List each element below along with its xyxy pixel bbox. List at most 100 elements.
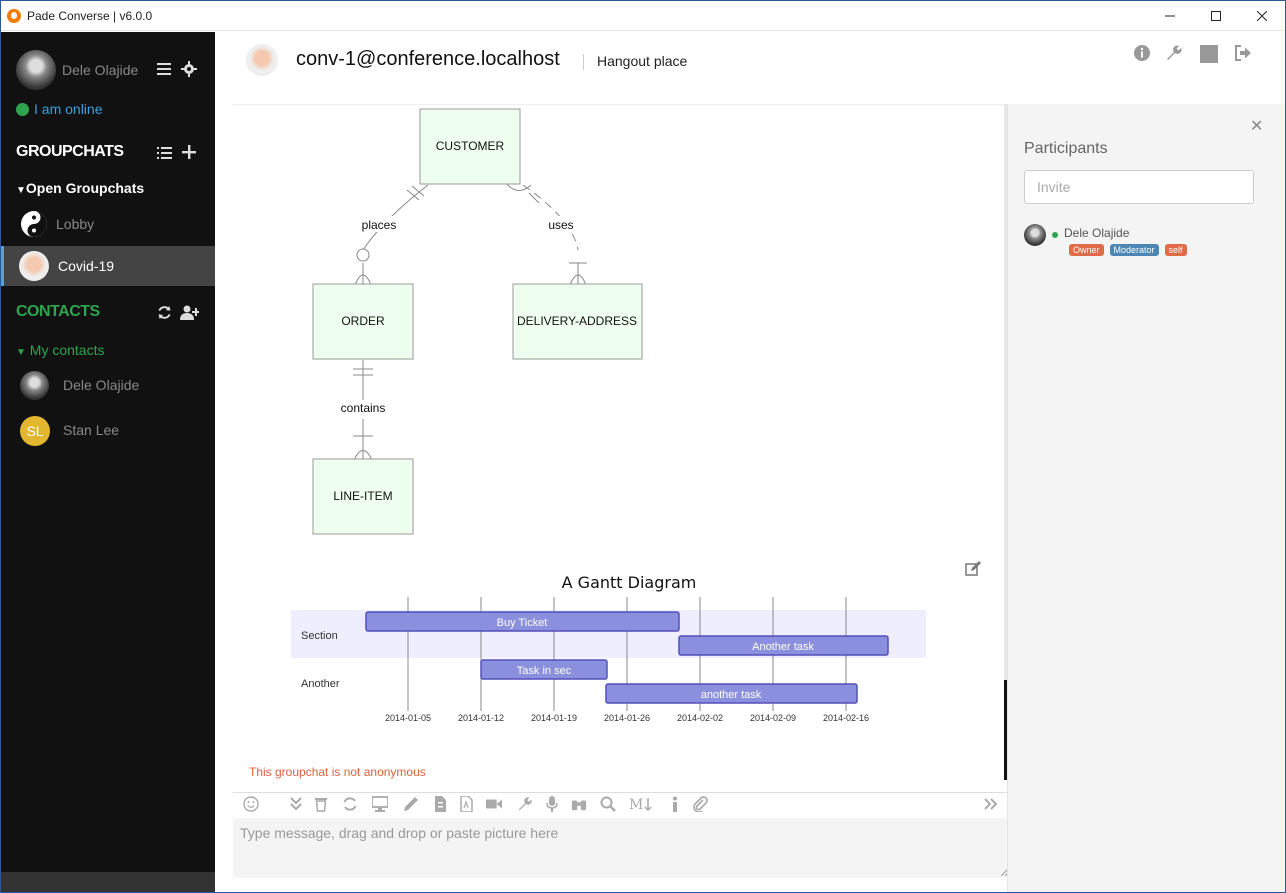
task-label: Task in sec [517,665,572,677]
close-icon [1257,11,1267,21]
open-groupchats-toggle[interactable]: ▼Open Groupchats [16,180,144,196]
exit-icon[interactable] [1234,44,1252,62]
add-groupchat-icon[interactable] [182,145,196,159]
binoculars-icon[interactable] [571,796,587,812]
entity-label: CUSTOMER [436,139,505,153]
axis-tick-label: 2014-02-02 [677,713,723,723]
list-rooms-icon[interactable] [157,146,172,159]
relation-label: uses [548,218,573,232]
file-icon[interactable] [432,796,448,812]
angle-double-right-icon[interactable] [983,796,999,812]
sidebar-footer [1,872,215,892]
self-badge: self [1164,244,1187,256]
room-avatar [19,251,49,281]
groupchat-notice: This groupchat is not anonymous [249,765,426,779]
menu-icon[interactable] [157,62,171,76]
axis-tick-label: 2014-01-26 [604,713,650,723]
wrench-icon[interactable] [1165,44,1183,62]
video-icon[interactable] [486,796,502,812]
caret-down-icon: ▼ [16,347,26,358]
paperclip-icon[interactable] [692,796,708,812]
divider [583,54,584,70]
stop-icon[interactable] [1200,45,1218,63]
angle-double-down-icon[interactable] [288,796,304,812]
microphone-icon[interactable] [544,796,560,812]
room-avatar [246,44,278,76]
maximize-button[interactable] [1193,1,1239,31]
svg-text:M: M [629,797,643,812]
refresh-icon[interactable] [342,796,358,812]
task-label: another task [701,689,762,701]
section-label: Section [301,630,338,642]
info-icon[interactable] [667,796,683,812]
presence-status[interactable]: I am online [16,101,102,117]
axis-tick-label: 2014-01-19 [531,713,577,723]
participant-name: Dele Olajide [1064,226,1130,240]
relation-label: places [362,218,397,232]
er-diagram: CUSTOMER ORDER DELIVERY-ADDRESS LINE-ITE… [312,108,643,535]
my-contacts-toggle[interactable]: ▼ My contacts [16,342,105,358]
axis-tick-label: 2014-02-09 [750,713,796,723]
gantt-diagram: A Gantt Diagram Section Another Buy Tick… [291,573,926,723]
gantt-title: A Gantt Diagram [562,573,697,592]
section-label: Another [301,678,340,690]
relation-label: contains [341,401,386,415]
pdf-icon[interactable] [458,796,474,812]
compose-toolbar: M [233,792,1011,816]
participants-title: Participants [1024,140,1108,157]
contact-name: Stan Lee [63,422,120,438]
contact-item[interactable]: SL Stan Lee [1,410,215,450]
refresh-icon[interactable] [157,305,172,320]
axis-tick-label: 2014-02-16 [823,713,869,723]
room-item-lobby[interactable]: Lobby [1,204,215,244]
entity-label: DELIVERY-ADDRESS [517,314,637,328]
online-dot-icon [16,102,29,116]
entity-label: LINE-ITEM [333,489,392,503]
message-input[interactable]: Type message, drag and drop or paste pic… [233,818,1011,878]
groupchats-heading: GROUPCHATS [16,143,124,160]
online-dot-icon [1052,232,1058,238]
contacts-heading: CONTACTS [16,303,100,320]
caret-down-icon: ▼ [16,185,26,196]
room-title: conv-1@conference.localhost [296,48,560,70]
task-label: Buy Ticket [497,617,548,629]
contact-name: Dele Olajide [63,377,140,393]
room-item-covid-19[interactable]: Covid-19 [1,246,215,286]
pencil-icon[interactable] [403,796,419,812]
edit-icon[interactable] [965,561,981,577]
room-label: Lobby [56,216,95,232]
user-avatar[interactable] [16,50,56,90]
add-contact-icon[interactable] [180,305,199,320]
wrench-icon[interactable] [517,796,533,812]
search-icon[interactable] [600,796,616,812]
participant-item[interactable]: Dele Olajide Owner Moderator self [1024,224,1274,256]
user-name[interactable]: Dele Olajide [62,62,138,78]
title-bar: Pade Converse | v6.0.0 [1,1,1285,31]
invite-input[interactable]: Invite [1024,170,1254,204]
my-contacts-label: My contacts [29,342,105,358]
participants-panel: ✕ Participants Invite Dele Olajide Owner… [1007,104,1285,892]
moderator-badge: Moderator [1109,244,1159,256]
message-list: CUSTOMER ORDER DELIVERY-ADDRESS LINE-ITE… [233,104,1005,792]
desktop-icon[interactable] [372,796,388,812]
contact-avatar: SL [20,416,50,446]
close-participants-button[interactable]: ✕ [1250,116,1263,136]
participant-avatar [1024,224,1046,246]
yin-yang-icon [21,211,47,237]
trash-icon[interactable] [313,796,329,812]
open-groupchats-label: Open Groupchats [25,180,145,196]
minimize-button[interactable] [1147,1,1193,31]
emoji-icon[interactable] [243,796,259,812]
app-window: Pade Converse | v6.0.0 Dele Olajide I am… [0,0,1286,893]
window-title: Pade Converse | v6.0.0 [27,9,153,23]
contact-item[interactable]: Dele Olajide [1,365,215,405]
owner-badge: Owner [1069,244,1104,256]
chat-area: conv-1@conference.localhost Hangout plac… [215,32,1285,892]
markdown-icon[interactable]: M [629,796,655,812]
axis-tick-label: 2014-01-12 [458,713,504,723]
close-window-button[interactable] [1239,1,1285,31]
app-logo-icon [7,9,21,23]
gear-icon[interactable] [181,61,197,77]
message-placeholder: Type message, drag and drop or paste pic… [240,825,559,841]
info-icon[interactable] [1133,44,1151,62]
